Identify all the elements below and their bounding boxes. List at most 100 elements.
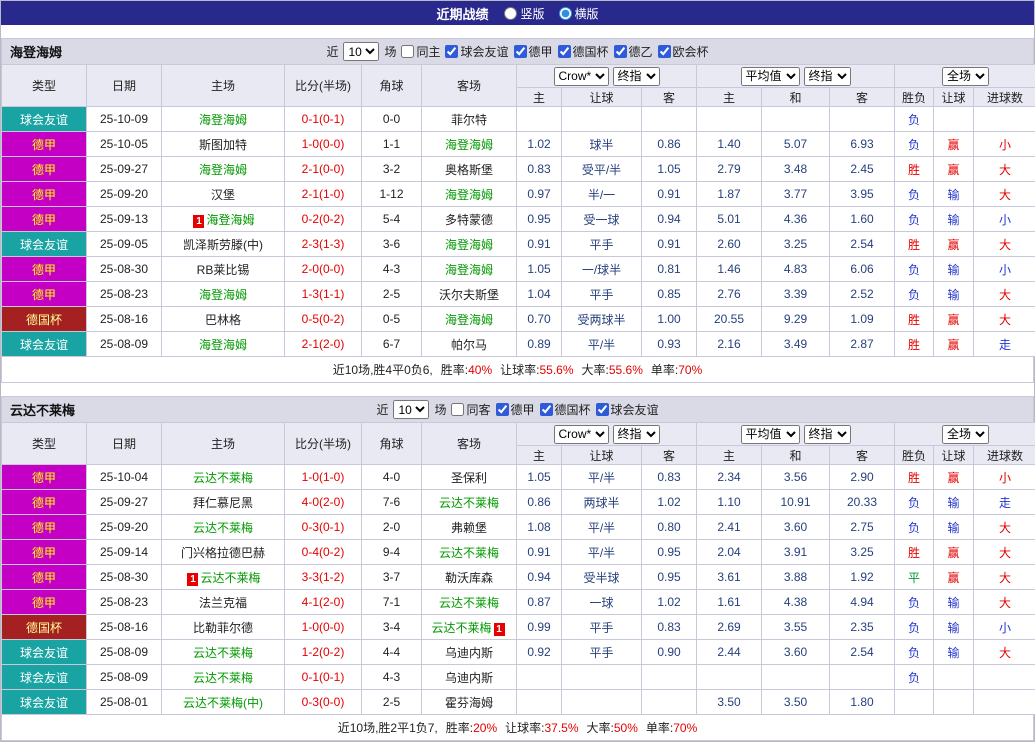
final-index-select[interactable]: 终指	[804, 425, 851, 444]
odds-away: 0.94	[642, 207, 697, 232]
score-cell: 2-1(2-0)	[285, 332, 362, 357]
odds-away: 0.81	[642, 257, 697, 282]
final-index-select[interactable]: 终指	[613, 67, 660, 86]
avg-home: 1.87	[697, 182, 762, 207]
home-team-cell: 凯泽斯劳滕(中)	[162, 232, 285, 257]
header-col: 类型	[2, 65, 87, 107]
date-cell: 25-09-13	[87, 207, 162, 232]
odds-handicap: 平手	[562, 282, 642, 307]
corner-cell: 4-4	[362, 640, 422, 665]
date-cell: 25-08-09	[87, 665, 162, 690]
layout-option-0[interactable]: 竖版	[504, 5, 544, 22]
odds-away	[642, 107, 697, 132]
league-cell: 德甲	[2, 540, 87, 565]
league-checkbox[interactable]	[540, 403, 553, 416]
league-filter-2[interactable]: 德国杯	[558, 43, 609, 60]
avg-away: 2.75	[830, 515, 895, 540]
result-goals: 大	[974, 182, 1035, 207]
league-filter-3[interactable]: 德乙	[614, 43, 653, 60]
away-team-cell: 海登海姆	[422, 257, 517, 282]
final-index-select[interactable]: 终指	[804, 67, 851, 86]
league-filter-2[interactable]: 球会友谊	[596, 401, 659, 418]
layout-radio[interactable]	[504, 7, 517, 20]
final-index-select[interactable]: 终指	[613, 425, 660, 444]
score-cell: 2-1(1-0)	[285, 182, 362, 207]
subheader-col: 客	[642, 446, 697, 465]
home-team-cell: 云达不莱梅	[162, 640, 285, 665]
avg-draw: 4.36	[762, 207, 830, 232]
league-checkbox[interactable]	[496, 403, 509, 416]
scope-select[interactable]: 全场	[942, 425, 989, 444]
league-checkbox[interactable]	[514, 45, 527, 58]
away-team-cell: 海登海姆	[422, 132, 517, 157]
corner-cell: 9-4	[362, 540, 422, 565]
result-outcome: 负	[895, 590, 934, 615]
away-team-cell: 弗赖堡	[422, 515, 517, 540]
odds-home	[517, 665, 562, 690]
subheader-col: 主	[517, 88, 562, 107]
company-select[interactable]: Crow*	[554, 67, 609, 86]
odds-home: 1.02	[517, 132, 562, 157]
recent-count-select[interactable]: 10	[393, 400, 429, 419]
league-checkbox[interactable]	[445, 45, 458, 58]
odds-away: 1.05	[642, 157, 697, 182]
layout-option-1[interactable]: 横版	[559, 5, 599, 22]
league-checkbox[interactable]	[558, 45, 571, 58]
odds-home: 0.89	[517, 332, 562, 357]
league-filter-1[interactable]: 德国杯	[540, 401, 591, 418]
league-filter-0[interactable]: 德甲	[496, 401, 535, 418]
result-goals: 走	[974, 332, 1035, 357]
result-goals: 小	[974, 257, 1035, 282]
date-cell: 25-08-09	[87, 332, 162, 357]
away-team-cell: 云达不莱梅	[422, 490, 517, 515]
odds-handicap	[562, 665, 642, 690]
layout-radio[interactable]	[559, 7, 572, 20]
away-team-cell: 多特蒙德	[422, 207, 517, 232]
layout-option-label: 竖版	[520, 5, 544, 22]
result-handicap: 输	[934, 207, 974, 232]
result-outcome: 负	[895, 132, 934, 157]
average-select[interactable]: 平均值	[741, 67, 800, 86]
league-checkbox[interactable]	[614, 45, 627, 58]
away-team-cell: 霍芬海姆	[422, 690, 517, 715]
away-team-cell: 沃尔夫斯堡	[422, 282, 517, 307]
league-cell: 球会友谊	[2, 332, 87, 357]
league-checkbox[interactable]	[658, 45, 671, 58]
odds-home	[517, 107, 562, 132]
scope-select[interactable]: 全场	[942, 67, 989, 86]
header-col: 主场	[162, 65, 285, 107]
home-team-cell: 海登海姆	[162, 157, 285, 182]
result-handicap: 赢	[934, 540, 974, 565]
league-filter-0[interactable]: 球会友谊	[445, 43, 508, 60]
company-select[interactable]: Crow*	[554, 425, 609, 444]
avg-home: 2.16	[697, 332, 762, 357]
league-filter-4[interactable]: 欧会杯	[658, 43, 709, 60]
corner-cell: 1-1	[362, 132, 422, 157]
same-venue-checkbox[interactable]	[451, 403, 464, 416]
same-venue-checkbox[interactable]	[401, 45, 414, 58]
league-filter-label: 德国杯	[555, 401, 591, 418]
result-outcome: 负	[895, 107, 934, 132]
summary-row: 近10场,胜2平1负7,胜率:20%让球率:37.5%大率:50%单率:70%	[1, 715, 1034, 741]
summary-stat: 胜率:20%	[446, 719, 497, 736]
result-outcome: 胜	[895, 465, 934, 490]
header-col: 日期	[87, 423, 162, 465]
same-venue-filter[interactable]: 同客	[451, 401, 490, 418]
date-cell: 25-08-23	[87, 590, 162, 615]
odds-handicap: 受半球	[562, 565, 642, 590]
odds-home: 0.91	[517, 232, 562, 257]
league-checkbox[interactable]	[596, 403, 609, 416]
corner-cell: 5-4	[362, 207, 422, 232]
recent-count-select[interactable]: 10	[343, 42, 379, 61]
league-filter-1[interactable]: 德甲	[514, 43, 553, 60]
same-venue-filter[interactable]: 同主	[401, 43, 440, 60]
result-goals: 大	[974, 157, 1035, 182]
layout-options: 竖版横版	[504, 5, 598, 22]
result-outcome: 胜	[895, 540, 934, 565]
average-select[interactable]: 平均值	[741, 425, 800, 444]
result-outcome: 胜	[895, 332, 934, 357]
score-cell: 2-1(0-0)	[285, 157, 362, 182]
league-cell: 德甲	[2, 257, 87, 282]
subheader-col: 和	[762, 446, 830, 465]
summary-prefix: 近10场,胜2平1负7,	[338, 719, 438, 736]
